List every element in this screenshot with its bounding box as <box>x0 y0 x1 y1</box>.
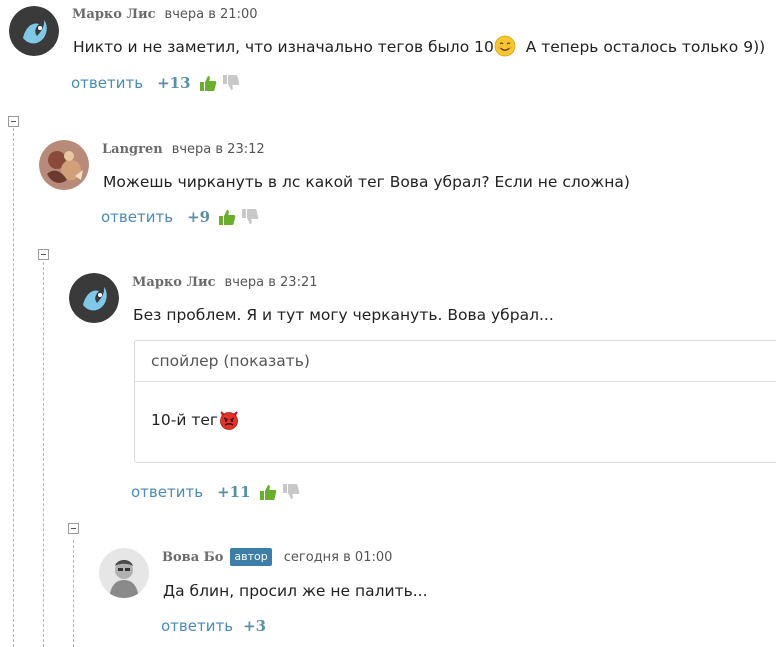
comment-meta: Langren вчера в 23:12 <box>102 139 265 159</box>
reply-link[interactable]: ответить <box>161 617 233 635</box>
comment-text: Да блин, просил же не палить... <box>163 582 428 600</box>
comment-text: Никто и не заметил, что изначально тегов… <box>73 35 765 58</box>
thumbs-down-icon[interactable] <box>282 483 300 501</box>
collapse-thread-toggle[interactable] <box>8 116 19 127</box>
comment-meta: Вова Бо автор сегодня в 01:00 <box>162 547 392 567</box>
spoiler-block: спойлер (показать) 10-й тег <box>134 340 776 463</box>
thumbs-up-icon[interactable] <box>259 483 277 501</box>
author-badge: автор <box>230 548 272 566</box>
timestamp[interactable]: вчера в 21:00 <box>165 7 258 22</box>
comment-actions: ответить +3 <box>161 615 266 637</box>
thumbs-down-icon[interactable] <box>241 208 259 226</box>
comment-text: Без проблем. Я и тут могу черкануть. Вов… <box>133 306 554 324</box>
author-name[interactable]: Марко Лис <box>72 7 156 22</box>
reply-link[interactable]: ответить <box>101 208 173 226</box>
comment-actions: ответить +13 <box>71 72 240 94</box>
comment-text: Можешь чиркануть в лс какой тег Вова убр… <box>103 173 630 191</box>
rating-value: +13 <box>157 74 191 92</box>
author-name[interactable]: Вова Бо <box>162 550 223 565</box>
timestamp[interactable]: вчера в 23:21 <box>225 275 318 290</box>
avatar[interactable] <box>9 6 59 56</box>
comment-text-part: А теперь осталось только 9)) <box>525 38 766 56</box>
reply-link[interactable]: ответить <box>131 483 203 501</box>
smiling-face-emoji-icon <box>494 35 516 57</box>
avatar[interactable] <box>69 273 119 323</box>
thumbs-down-icon[interactable] <box>222 74 240 92</box>
thread-line <box>43 262 44 647</box>
timestamp[interactable]: сегодня в 01:00 <box>284 550 393 565</box>
timestamp[interactable]: вчера в 23:12 <box>172 142 265 157</box>
comment-meta: Марко Лис вчера в 23:21 <box>132 272 318 292</box>
comment-actions: ответить +11 <box>131 481 300 503</box>
thread-line <box>13 128 14 647</box>
rating-value: +11 <box>217 483 251 501</box>
spoiler-text: 10-й тег <box>151 411 219 429</box>
rating-value: +3 <box>243 617 267 635</box>
author-name[interactable]: Марко Лис <box>132 275 216 290</box>
avatar[interactable] <box>99 548 149 598</box>
avatar[interactable] <box>39 140 89 190</box>
comment-actions: ответить +9 <box>101 206 259 228</box>
comment-text-part: Никто и не заметил, что изначально тегов… <box>73 38 494 56</box>
author-name[interactable]: Langren <box>102 142 163 157</box>
spoiler-content: 10-й тег <box>135 382 776 430</box>
thumbs-up-icon[interactable] <box>218 208 236 226</box>
angry-devil-emoji-icon <box>218 408 240 430</box>
collapse-thread-toggle[interactable] <box>68 523 79 534</box>
comment-meta: Марко Лис вчера в 21:00 <box>72 4 258 24</box>
spoiler-toggle[interactable]: спойлер (показать) <box>135 341 776 382</box>
thumbs-up-icon[interactable] <box>199 74 217 92</box>
collapse-thread-toggle[interactable] <box>38 249 49 260</box>
reply-link[interactable]: ответить <box>71 74 143 92</box>
rating-value: +9 <box>187 208 211 226</box>
thread-line <box>73 540 74 647</box>
